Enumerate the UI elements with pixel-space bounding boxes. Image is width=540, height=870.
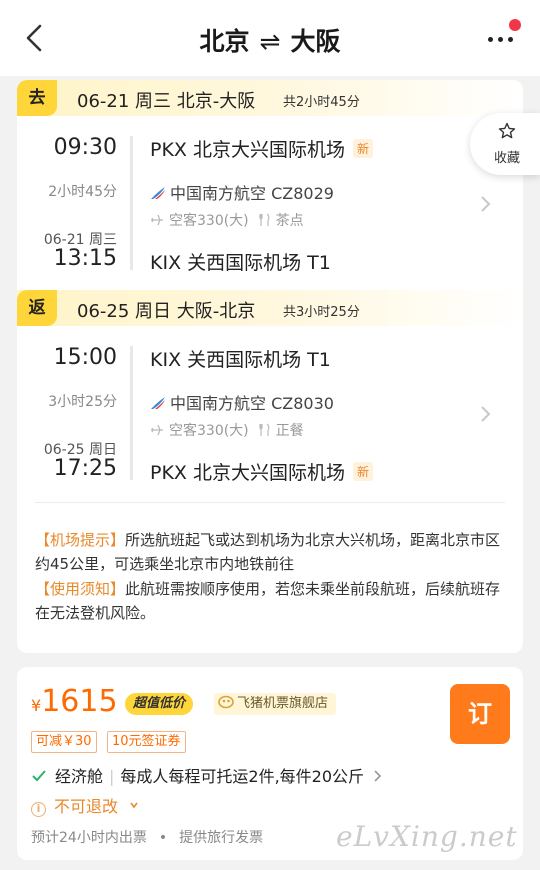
invoice-info: 提供旅行发票 (179, 830, 264, 846)
currency-symbol: ¥ (31, 696, 42, 715)
book-button[interactable]: 订 (450, 684, 510, 744)
return-depart-time: 15:00 (53, 345, 117, 370)
price: ¥1615 (31, 684, 118, 719)
destination-city: 大阪 (290, 27, 341, 56)
outbound-depart-time: 09:30 (53, 135, 117, 160)
return-total-duration: 共3小时25分 (283, 305, 360, 320)
deal-badge: 超值低价 (125, 693, 194, 715)
route-title: 北京 ⇌ 大阪 (0, 22, 540, 58)
outbound-total-duration: 共2小时45分 (283, 95, 360, 110)
swap-icon: ⇌ (259, 27, 281, 56)
return-tag: 返 (17, 290, 57, 326)
store-badge[interactable]: 飞猪机票旗舰店 (214, 693, 337, 715)
return-arrive-airport: PKX 北京大兴国际机场新 (150, 458, 373, 485)
favorite-button[interactable]: 收藏 (470, 113, 540, 175)
chevron-right-icon (374, 770, 382, 782)
watermark: eLvXing.net (336, 820, 518, 853)
outbound-flight-duration: 2小时45分 (48, 184, 117, 200)
cabin-class: 经济舱 (55, 767, 104, 786)
outbound-arrive-time: 13:15 (53, 246, 117, 271)
outbound-arrive-airport: KIX 关西国际机场 T1 (150, 252, 331, 274)
coupon-discount[interactable]: 可减￥30 (31, 731, 97, 753)
star-outline-icon (498, 122, 516, 139)
top-bar: 北京 ⇌ 大阪 (0, 0, 540, 76)
meal-icon (259, 213, 270, 226)
return-airline: 中国南方航空 CZ8030 (150, 390, 334, 414)
plane-icon (151, 214, 163, 226)
price-value: 1615 (41, 684, 118, 719)
ticketing-info: 预计24小时内出票 • 提供旅行发票 (31, 830, 264, 846)
airport-notice-label: 【机场提示】 (35, 531, 126, 549)
origin-city: 北京 (199, 27, 250, 56)
return-aircraft-info: 空客330(大) 正餐 (150, 420, 304, 440)
section-divider (35, 502, 505, 503)
china-southern-logo-icon (151, 397, 165, 409)
return-summary: 06-25 周日 大阪-北京 (77, 301, 256, 322)
outbound-header: 去 06-21 周三 北京-大阪 共2小时45分 (17, 80, 523, 116)
baggage-allowance: 每成人每程可托运2件,每件20公斤 (120, 767, 365, 786)
fliggy-logo-icon (218, 695, 234, 709)
outbound-airline: 中国南方航空 CZ8029 (150, 180, 334, 204)
new-airport-badge: 新 (352, 462, 373, 481)
timeline-line (130, 346, 133, 480)
return-depart-airport: KIX 关西国际机场 T1 (150, 349, 331, 371)
cabin-baggage-info[interactable]: 经济舱 | 每成人每程可托运2件,每件20公斤 (31, 763, 383, 787)
meal-icon (259, 423, 270, 436)
return-chevron-right-icon[interactable] (479, 404, 491, 424)
usage-notice-label: 【使用须知】 (35, 580, 126, 598)
usage-notice: 【使用须知】此航班需按顺序使用，若您未乘坐前段航班，后续航班存在无法登机风险。 (35, 577, 511, 625)
outbound-depart-airport: PKX 北京大兴国际机场新 (150, 135, 373, 162)
info-icon: i (31, 802, 46, 817)
flight-details-card[interactable]: 去 06-21 周三 北京-大阪 共2小时45分 09:30 PKX 北京大兴国… (17, 80, 523, 653)
ticketing-time: 预计24小时内出票 (31, 830, 147, 846)
outbound-chevron-right-icon[interactable] (479, 194, 491, 214)
check-icon (32, 770, 46, 782)
outbound-tag: 去 (17, 80, 57, 116)
new-airport-badge: 新 (352, 139, 373, 158)
return-arrive-time: 17:25 (53, 456, 117, 481)
outbound-aircraft-info: 空客330(大) 茶点 (150, 210, 304, 230)
favorite-label: 收藏 (494, 151, 521, 166)
timeline-line (130, 136, 133, 270)
notification-dot (509, 19, 521, 31)
return-flight-duration: 3小时25分 (48, 394, 117, 410)
outbound-summary: 06-21 周三 北京-大阪 (77, 91, 256, 112)
return-header: 返 06-25 周日 大阪-北京 共3小时25分 (17, 290, 523, 326)
plane-icon (151, 424, 163, 436)
refund-policy[interactable]: i 不可退改 (31, 793, 139, 817)
airport-notice: 【机场提示】所选航班起飞或达到机场为北京大兴机场，距离北京市区约45公里，可选乘… (35, 528, 511, 576)
chevron-down-icon (130, 802, 138, 809)
china-southern-logo-icon (151, 187, 165, 199)
coupon-visa[interactable]: 10元签证券 (107, 731, 186, 753)
